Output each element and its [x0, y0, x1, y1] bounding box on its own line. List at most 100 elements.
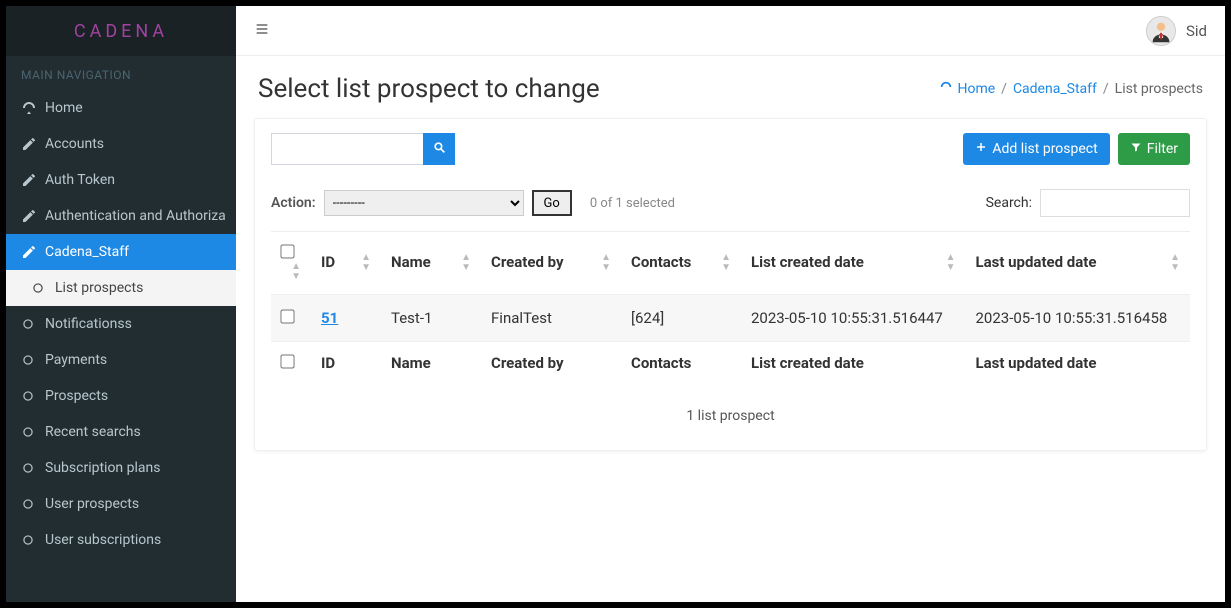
- sidebar-item-accounts[interactable]: Accounts: [6, 126, 236, 162]
- sidebar-item-label: Auth Token: [45, 172, 115, 188]
- row-checkbox[interactable]: [280, 309, 294, 323]
- breadcrumb-separator: /: [1001, 81, 1007, 97]
- search-icon: [433, 141, 446, 158]
- column-footer: Last updated date: [966, 342, 1191, 385]
- main: Sid Select list prospect to change Home …: [236, 6, 1225, 602]
- sidebar-item-label: Subscription plans: [45, 460, 160, 476]
- column-footer: List created date: [741, 342, 966, 385]
- sidebar-item-label: User prospects: [45, 496, 139, 512]
- user-menu[interactable]: Sid: [1146, 16, 1207, 46]
- sidebar-item-cadena-staff[interactable]: Cadena_Staff: [6, 234, 236, 270]
- circle-icon: [21, 497, 45, 511]
- toolbar-buttons: Add list prospect Filter: [963, 133, 1190, 165]
- sidebar-item-label: List prospects: [55, 280, 143, 296]
- circle-icon: [21, 353, 45, 367]
- circle-icon: [21, 461, 45, 475]
- sidebar-item-auth[interactable]: Authentication and Authoriza: [6, 198, 236, 234]
- sort-icon[interactable]: ▲▼: [601, 253, 611, 273]
- column-header[interactable]: Created by: [491, 253, 564, 271]
- sidebar-item-notifications[interactable]: Notificationss: [6, 306, 236, 342]
- row-id-link[interactable]: 51: [321, 309, 338, 327]
- sidebar-item-payments[interactable]: Payments: [6, 342, 236, 378]
- sort-icon[interactable]: ▲▼: [291, 262, 301, 282]
- dashboard-icon: [939, 80, 953, 98]
- select-all-checkbox[interactable]: [280, 244, 294, 258]
- action-row: Action: --------- Go 0 of 1 selected Sea…: [271, 189, 1190, 217]
- column-header[interactable]: Contacts: [631, 253, 691, 271]
- table-search-input[interactable]: [1040, 189, 1190, 217]
- action-select[interactable]: ---------: [324, 190, 524, 216]
- column-header[interactable]: List created date: [751, 253, 864, 271]
- data-table: ▲▼ ID ▲▼ Name ▲▼ Created by ▲▼ Contacts ▲▼ L…: [271, 231, 1190, 384]
- sort-icon[interactable]: ▲▼: [461, 253, 471, 273]
- sidebar-item-auth-token[interactable]: Auth Token: [6, 162, 236, 198]
- cell-contacts: [624]: [621, 295, 741, 342]
- search-input[interactable]: [271, 133, 423, 165]
- sidebar-item-label: Authentication and Authoriza: [45, 208, 226, 224]
- circle-icon: [31, 281, 55, 295]
- sidebar-item-user-prospects[interactable]: User prospects: [6, 486, 236, 522]
- filter-icon: [1130, 141, 1142, 157]
- circle-icon: [21, 425, 45, 439]
- sidebar-item-label: Prospects: [45, 388, 108, 404]
- selection-info: 0 of 1 selected: [590, 196, 675, 211]
- search-button[interactable]: [423, 133, 455, 165]
- breadcrumb-cadena-staff[interactable]: Cadena_Staff: [1013, 81, 1097, 97]
- column-footer: Created by: [481, 342, 621, 385]
- sort-icon[interactable]: ▲▼: [721, 253, 731, 273]
- cell-name: Test-1: [381, 295, 481, 342]
- toolbar-row: Add list prospect Filter: [271, 133, 1190, 165]
- nav-header: MAIN NAVIGATION: [6, 56, 236, 90]
- breadcrumb-home[interactable]: Home: [939, 80, 995, 98]
- cell-created-by: FinalTest: [481, 295, 621, 342]
- select-all-footer-checkbox[interactable]: [280, 354, 294, 368]
- table-search: Search:: [986, 189, 1190, 217]
- sidebar-item-home[interactable]: Home: [6, 90, 236, 126]
- filter-button[interactable]: Filter: [1118, 133, 1190, 165]
- topbar: Sid: [236, 6, 1225, 56]
- sidebar-item-label: Home: [45, 100, 83, 116]
- avatar-icon: [1146, 16, 1176, 46]
- table-row: 51 Test-1 FinalTest [624] 2023-05-10 10:…: [271, 295, 1190, 342]
- edit-icon: [21, 136, 45, 152]
- breadcrumb-separator: /: [1103, 81, 1109, 97]
- column-footer: Name: [381, 342, 481, 385]
- action-left: Action: --------- Go 0 of 1 selected: [271, 190, 675, 216]
- page-title: Select list prospect to change: [258, 74, 600, 104]
- add-list-prospect-button[interactable]: Add list prospect: [963, 133, 1109, 165]
- result-count: 1 list prospect: [271, 384, 1190, 430]
- sort-icon[interactable]: ▲▼: [946, 253, 956, 273]
- circle-icon: [21, 533, 45, 547]
- sidebar-item-label: Cadena_Staff: [45, 244, 129, 260]
- circle-icon: [21, 317, 45, 331]
- sidebar-item-label: User subscriptions: [45, 532, 161, 548]
- hamburger-icon[interactable]: [254, 21, 270, 41]
- action-label: Action:: [271, 195, 316, 211]
- dashboard-icon: [21, 100, 45, 116]
- column-header[interactable]: ID: [321, 253, 335, 271]
- column-header[interactable]: Name: [391, 253, 431, 271]
- sidebar-item-prospects[interactable]: Prospects: [6, 378, 236, 414]
- sidebar-item-subscription-plans[interactable]: Subscription plans: [6, 450, 236, 486]
- sidebar-item-recent-searchs[interactable]: Recent searchs: [6, 414, 236, 450]
- edit-icon: [21, 172, 45, 188]
- sort-icon[interactable]: ▲▼: [1170, 253, 1180, 273]
- sidebar: CADENA MAIN NAVIGATION Home Accounts Aut…: [6, 6, 236, 602]
- sidebar-item-label: Recent searchs: [45, 424, 141, 440]
- sidebar-item-label: Accounts: [45, 136, 104, 152]
- sidebar-item-label: Notificationss: [45, 316, 132, 332]
- sidebar-item-list-prospects[interactable]: List prospects: [6, 270, 236, 306]
- breadcrumb: Home / Cadena_Staff / List prospects: [939, 80, 1203, 98]
- column-footer: Contacts: [621, 342, 741, 385]
- breadcrumb-current: List prospects: [1115, 81, 1203, 97]
- user-name: Sid: [1186, 22, 1207, 40]
- table-search-label: Search:: [986, 195, 1032, 211]
- search-box: [271, 133, 455, 165]
- sort-icon[interactable]: ▲▼: [361, 253, 371, 273]
- go-button[interactable]: Go: [532, 190, 572, 216]
- column-footer: ID: [311, 342, 381, 385]
- sidebar-item-user-subscriptions[interactable]: User subscriptions: [6, 522, 236, 558]
- cell-created: 2023-05-10 10:55:31.516447: [741, 295, 966, 342]
- content-panel: Add list prospect Filter Action: -------…: [254, 118, 1207, 451]
- column-header[interactable]: Last updated date: [976, 253, 1097, 271]
